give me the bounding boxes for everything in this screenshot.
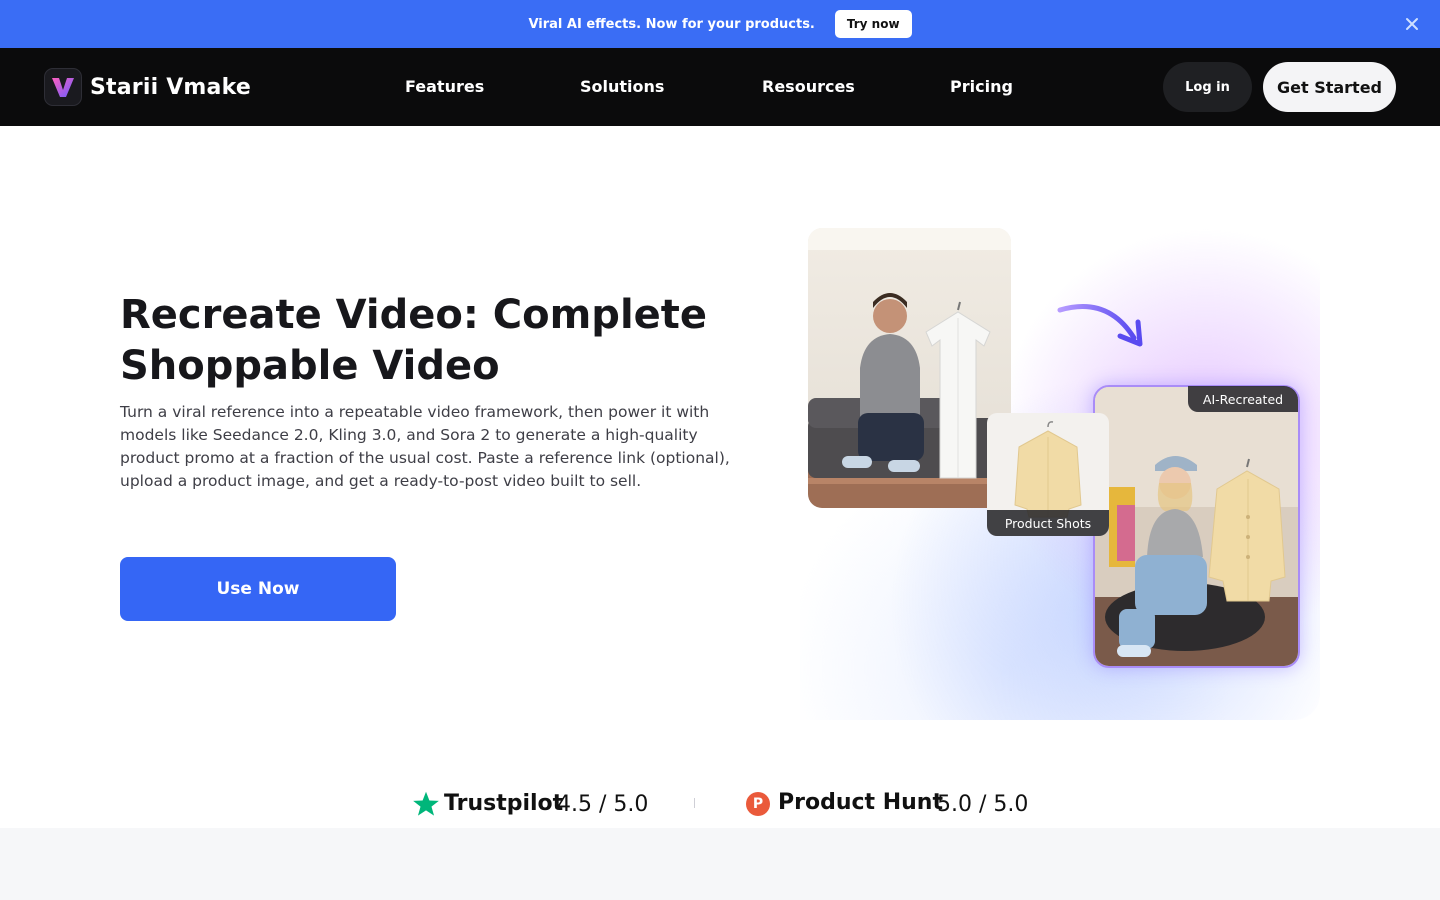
hero-description: Turn a viral reference into a repeatable… (120, 403, 730, 490)
get-started-button[interactable]: Get Started (1263, 62, 1396, 112)
product-shots-tag: Product Shots (987, 510, 1109, 536)
promo-text: Viral AI effects. Now for your products. (528, 16, 815, 32)
ratings-divider (694, 798, 695, 808)
hero-title: Recreate Video: Complete Shoppable Video (120, 292, 708, 389)
producthunt-name: Product Hunt (778, 790, 943, 815)
use-now-button[interactable]: Use Now (120, 557, 396, 621)
nav-pricing[interactable]: Pricing (950, 77, 1013, 96)
ratings-bar: Trustpilot 4.5 / 5.0 P Product Hunt 5.0 … (0, 786, 1440, 826)
reference-video-photo (808, 228, 1011, 508)
nav-solutions[interactable]: Solutions (580, 77, 664, 96)
close-icon[interactable] (1402, 14, 1422, 34)
nav-resources[interactable]: Resources (762, 77, 855, 96)
vmake-logo-icon (44, 68, 82, 106)
curved-arrow-icon (1057, 304, 1143, 347)
trustpilot-name: Trustpilot (444, 791, 564, 816)
star-icon (413, 791, 439, 816)
nav-features[interactable]: Features (405, 77, 484, 96)
top-nav: Starii Vmake Features Solutions Resource… (0, 48, 1440, 126)
next-section (0, 828, 1440, 900)
brand-name: Starii Vmake (90, 74, 251, 100)
promo-banner: Viral AI effects. Now for your products.… (0, 0, 1440, 48)
login-button[interactable]: Log in (1163, 62, 1252, 112)
producthunt-icon: P (746, 792, 770, 816)
trustpilot-score: 4.5 / 5.0 (557, 792, 649, 817)
ai-recreated-photo (1093, 385, 1300, 668)
brand-logo[interactable]: Starii Vmake (44, 68, 251, 106)
try-now-button[interactable]: Try now (834, 10, 912, 38)
producthunt-score: 5.0 / 5.0 (937, 792, 1029, 817)
ai-recreated-tag: AI-Recreated (1188, 386, 1298, 412)
